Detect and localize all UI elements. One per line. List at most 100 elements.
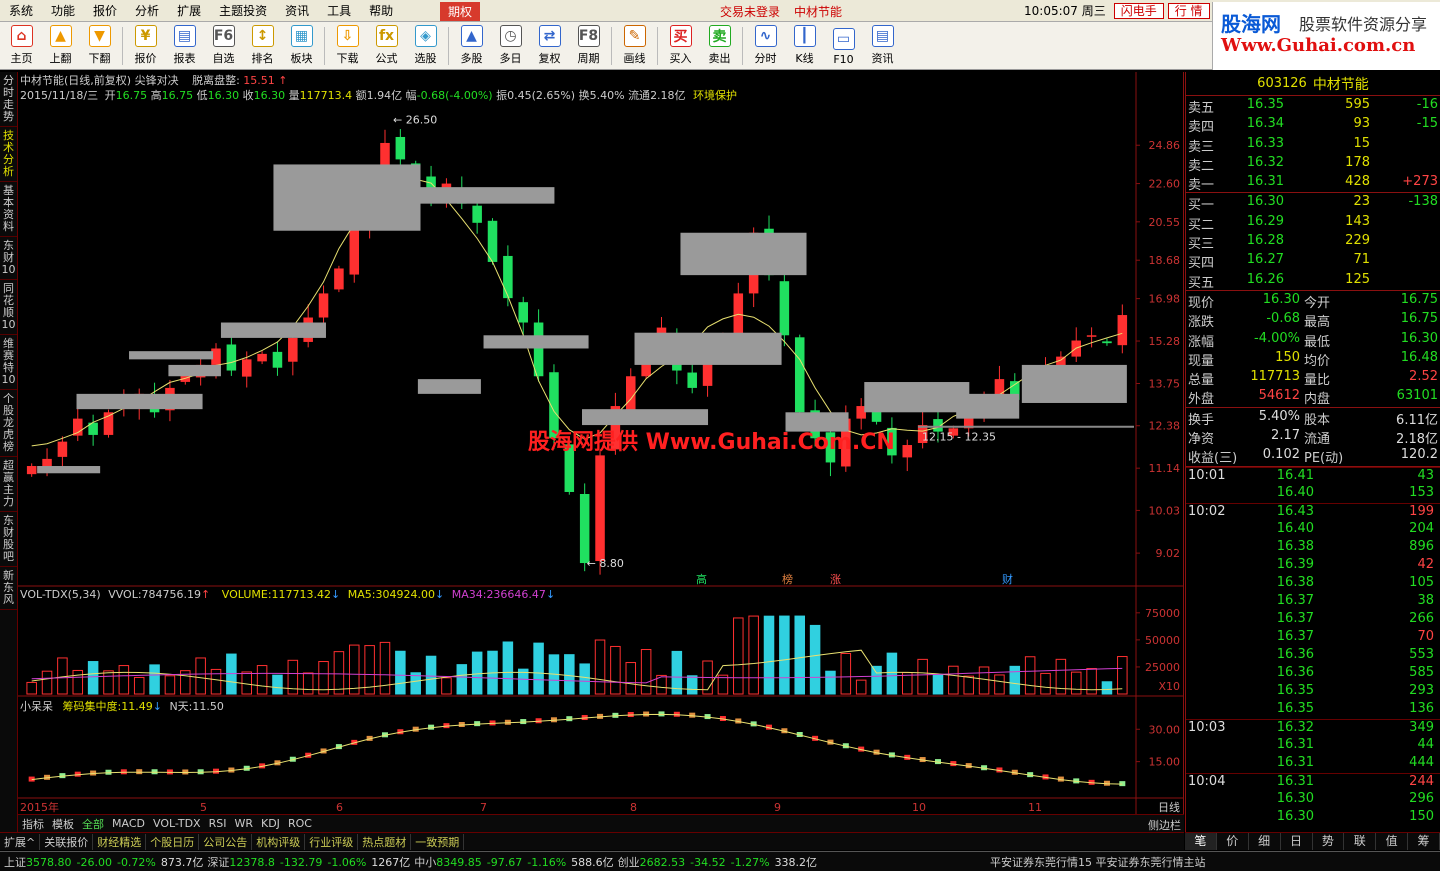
info-tab[interactable]: 热点题材 <box>358 833 412 850</box>
left-tab[interactable]: 技术分析 <box>0 127 17 182</box>
info-tab[interactable]: 一致预期 <box>411 833 465 850</box>
formula-button[interactable]: fx 公式 <box>367 23 406 69</box>
quote-label: 最高 <box>1304 315 1331 331</box>
menu-item[interactable]: 主题投资 <box>210 2 276 19</box>
indicator-tab[interactable]: RSI <box>205 817 231 830</box>
panel-tab[interactable]: 笔 <box>1185 833 1217 850</box>
quote-label: 量比 <box>1304 373 1331 389</box>
ranking-icon: ↕ <box>251 24 274 47</box>
candle-body <box>902 445 913 458</box>
quote-button[interactable]: ¥ 报价 <box>126 23 165 69</box>
panel-tab[interactable]: 值 <box>1376 833 1409 850</box>
trade-status[interactable]: 交易未登录 <box>720 3 780 20</box>
left-tab[interactable]: 同花顺10 <box>0 280 17 335</box>
menu-item[interactable]: 工具 <box>318 2 360 19</box>
left-tab[interactable]: 东财股吧 <box>0 512 17 567</box>
info-tab[interactable]: 个股日历 <box>146 833 200 850</box>
bid-book: 买一 16.30 23 -138 买二 16.29 143 买三 16.28 229 买四 16.27… <box>1186 193 1440 290</box>
panel-tab[interactable]: 势 <box>1313 833 1345 850</box>
index-quote[interactable]: 上证3578.80 -26.00 -0.72% 873.7亿 <box>4 854 203 870</box>
panel-tab[interactable]: 联 <box>1344 833 1377 850</box>
chip-dot <box>151 769 158 775</box>
menu-item[interactable]: 功能 <box>42 2 84 19</box>
info-tab[interactable]: 扩展^ <box>0 833 41 850</box>
indicator-tab[interactable]: KDJ <box>257 817 284 830</box>
info-tab[interactable]: 公司公告 <box>199 833 253 850</box>
intraday-button[interactable]: ∿ 分时 <box>746 23 785 69</box>
left-tab[interactable]: 新东风 <box>0 567 17 610</box>
home-button[interactable]: ⌂ 主页 <box>2 23 41 69</box>
chip-line <box>31 713 1123 785</box>
index-quote[interactable]: 创业2682.53 -34.52 -1.27% 338.2亿 <box>618 854 817 870</box>
draw-line-button[interactable]: ✎ 画线 <box>615 23 654 69</box>
sector-value[interactable]: 环境保护 <box>693 89 737 102</box>
book-volume: 93 <box>1353 116 1370 132</box>
tick-volume: 199 <box>1409 503 1434 519</box>
left-tab[interactable]: 分时走势 <box>0 72 17 127</box>
flash-trade-button[interactable]: 闪电手 <box>1113 2 1164 19</box>
period-button[interactable]: F8 周期 <box>569 23 608 69</box>
panel-tab[interactable]: 细 <box>1249 833 1281 850</box>
kline-button[interactable]: ┃ K线 <box>785 23 824 69</box>
left-tab[interactable]: 东财10 <box>0 237 17 280</box>
buy-button[interactable]: 买买入 <box>661 23 700 69</box>
info-tab[interactable]: 机构评级 <box>252 833 306 850</box>
indicator-tab[interactable]: VOL-TDX <box>149 817 205 830</box>
index-quote[interactable]: 中小8349.85 -97.67 -1.16% 588.6亿 <box>414 854 613 870</box>
toolbar-label: 主页 <box>10 51 33 65</box>
info-tab[interactable]: 行业评级 <box>305 833 359 850</box>
adjust-button[interactable]: ⇄ 复权 <box>530 23 569 69</box>
options-tab[interactable]: 期权 <box>440 1 481 21</box>
tick-list[interactable]: 10:01 16.41 43 16.40 153 10:02 16.43 199 16.40 20… <box>1186 466 1440 827</box>
index-quote[interactable]: 深证12378.8 -132.79 -1.06% 1267亿 <box>207 854 410 870</box>
download-button[interactable]: ⇩ 下载 <box>328 23 367 69</box>
news-button[interactable]: ▤ 资讯 <box>863 23 902 69</box>
sector-button[interactable]: ▦ 板块 <box>282 23 321 69</box>
indicator-tab[interactable]: ROC <box>284 817 316 830</box>
info-tab[interactable]: 财经精选 <box>93 833 147 850</box>
multi-day-button[interactable]: ◷ 多日 <box>491 23 530 69</box>
annotation-high: ← 26.50 <box>393 114 437 127</box>
menu-item[interactable]: 报价 <box>84 2 126 19</box>
left-tab[interactable]: 维赛特10 <box>0 335 17 390</box>
menu-item[interactable]: 资讯 <box>276 2 318 19</box>
ranking-button[interactable]: ↕ 排名 <box>243 23 282 69</box>
indicator-tab[interactable]: 全部 <box>78 816 108 832</box>
x-axis-label: 8 <box>630 801 637 814</box>
index-amount: 338.2亿 <box>774 855 818 869</box>
panel-tab[interactable]: 日 <box>1281 833 1313 850</box>
watchlist-button[interactable]: F6 自选 <box>204 23 243 69</box>
price-tick-label: 15.28 <box>1149 335 1181 348</box>
volume-bar <box>41 670 53 695</box>
arrow-up-button[interactable]: ▲ 上翻 <box>41 23 80 69</box>
multi-stock-button[interactable]: ▲ 多股 <box>452 23 491 69</box>
quote-value: -4.00% <box>1254 330 1300 346</box>
indicator-tab[interactable]: 指标 <box>18 816 48 832</box>
menu-item[interactable]: 系统 <box>0 2 42 19</box>
volume-value: 117713.42 <box>271 588 332 601</box>
tick-row: 16.37 38 <box>1186 593 1440 611</box>
indicator-tab[interactable]: 模板 <box>48 816 78 832</box>
f10-button[interactable]: ▭ F10 <box>824 23 863 69</box>
tick-row: 16.31 444 <box>1186 755 1440 773</box>
left-tab[interactable]: 个股龙虎榜 <box>0 390 17 457</box>
indicator-tab[interactable]: MACD <box>108 817 149 830</box>
left-tab[interactable]: 超赢主力 <box>0 457 17 512</box>
report-button[interactable]: ▤ 报表 <box>165 23 204 69</box>
left-tab[interactable]: 基本资料 <box>0 182 17 237</box>
panel-tab[interactable]: 筹 <box>1408 833 1440 850</box>
menu-item[interactable]: 扩展 <box>168 2 210 19</box>
sell-button[interactable]: 卖卖出 <box>700 23 739 69</box>
quote-value: 5.40% <box>1258 408 1300 424</box>
quote-button[interactable]: 行 情 <box>1167 2 1210 19</box>
indicator-tab[interactable]: WR <box>230 817 257 830</box>
arrow-down-button[interactable]: ▼ 下翻 <box>80 23 119 69</box>
menu-item[interactable]: 分析 <box>126 2 168 19</box>
order-book-row: 买二 16.29 143 <box>1186 213 1440 233</box>
info-tab[interactable]: 关联报价 <box>40 833 94 850</box>
stock-pick-button[interactable]: ◈ 选股 <box>406 23 445 69</box>
menu-item[interactable]: 帮助 <box>360 2 402 19</box>
chart-area[interactable]: 24.86 22.60 20.55 18.68 16.98 15.28 13.75 12.38… <box>18 72 1184 814</box>
toolbar-label: 自选 <box>212 51 235 65</box>
panel-tab[interactable]: 价 <box>1217 833 1249 850</box>
